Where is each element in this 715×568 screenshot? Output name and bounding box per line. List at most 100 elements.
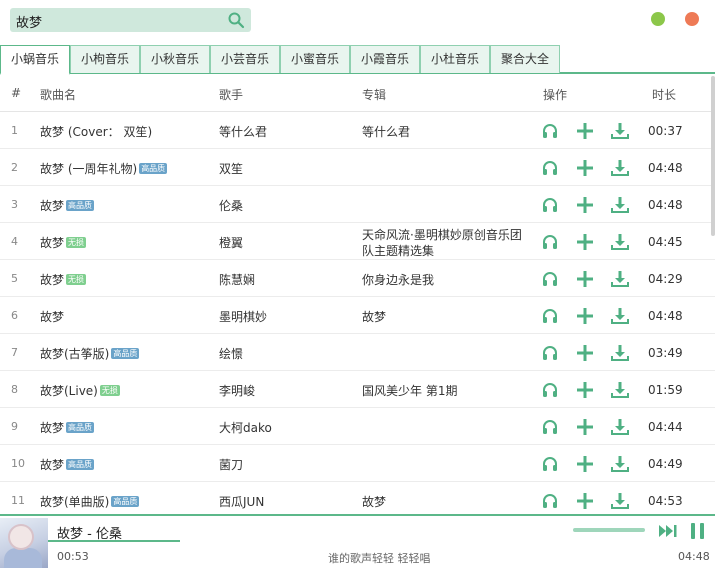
table-row[interactable]: 6 故梦 墨明棋妙 故梦 04:48 xyxy=(0,297,715,334)
song-title: 故梦 xyxy=(40,421,65,435)
download-icon[interactable] xyxy=(611,159,629,177)
progress-bar[interactable] xyxy=(48,540,180,542)
singer[interactable]: 双笙 xyxy=(219,160,243,177)
table-row[interactable]: 4 故梦 无损 橙翼 天命风流·墨明棋妙原创音乐团队主题精选集 04:45 xyxy=(0,223,715,260)
total-time: 04:48 xyxy=(678,550,710,563)
minimize-button[interactable] xyxy=(651,12,665,26)
singer[interactable]: 绘憬 xyxy=(219,345,243,362)
download-icon[interactable] xyxy=(611,270,629,288)
album[interactable]: 故梦 xyxy=(362,494,527,510)
tab-1[interactable]: 小蜗音乐 xyxy=(0,45,70,75)
album[interactable]: 你身边永是我 xyxy=(362,272,527,288)
download-icon[interactable] xyxy=(611,307,629,325)
plus-icon[interactable] xyxy=(576,159,594,177)
download-icon[interactable] xyxy=(611,381,629,399)
album[interactable]: 国风美少年 第1期 xyxy=(362,383,527,399)
singer[interactable]: 陈慧娴 xyxy=(219,271,255,288)
download-icon[interactable] xyxy=(611,455,629,473)
singer[interactable]: 大柯dako xyxy=(219,419,272,436)
plus-icon[interactable] xyxy=(576,196,594,214)
headphones-icon[interactable] xyxy=(541,196,559,214)
singer[interactable]: 等什么君 xyxy=(219,123,267,140)
singer[interactable]: 橙翼 xyxy=(219,234,243,251)
duration: 04:49 xyxy=(648,457,683,471)
singer[interactable]: 伦桑 xyxy=(219,197,243,214)
table-row[interactable]: 11 故梦(单曲版) 高品质 西瓜JUN 故梦 04:53 xyxy=(0,482,715,514)
pause-icon[interactable] xyxy=(689,521,707,541)
plus-icon[interactable] xyxy=(576,381,594,399)
song-title-cell: 故梦 xyxy=(40,308,64,325)
headphones-icon[interactable] xyxy=(541,122,559,140)
album[interactable]: 天命风流·墨明棋妙原创音乐团队主题精选集 xyxy=(362,227,527,259)
song-title-cell: 故梦 无损 xyxy=(40,271,87,288)
song-title-cell: 故梦 高品质 xyxy=(40,197,95,214)
headphones-icon[interactable] xyxy=(541,344,559,362)
headphones-icon[interactable] xyxy=(541,159,559,177)
table-header: # 歌曲名 歌手 专辑 操作 时长 xyxy=(0,76,715,112)
table-row[interactable]: 9 故梦 高品质 大柯dako 04:44 xyxy=(0,408,715,445)
plus-icon[interactable] xyxy=(576,418,594,436)
singer[interactable]: 菌刀 xyxy=(219,456,243,473)
song-list: 1 故梦 (Cover： 双笙) 等什么君 等什么君 00:37 2 故梦 (一周年礼物) 高… xyxy=(0,112,715,514)
table-row[interactable]: 5 故梦 无损 陈慧娴 你身边永是我 04:29 xyxy=(0,260,715,297)
download-icon[interactable] xyxy=(611,122,629,140)
tab-8[interactable]: 聚合大全 xyxy=(490,45,560,73)
row-index: 9 xyxy=(11,420,18,433)
download-icon[interactable] xyxy=(611,492,629,510)
row-index: 4 xyxy=(11,235,18,248)
headphones-icon[interactable] xyxy=(541,233,559,251)
tab-6[interactable]: 小霞音乐 xyxy=(350,45,420,73)
search-box[interactable]: 故梦 xyxy=(10,8,251,32)
plus-icon[interactable] xyxy=(576,122,594,140)
current-time: 00:53 xyxy=(57,550,89,563)
table-row[interactable]: 1 故梦 (Cover： 双笙) 等什么君 等什么君 00:37 xyxy=(0,112,715,149)
plus-icon[interactable] xyxy=(576,492,594,510)
download-icon[interactable] xyxy=(611,196,629,214)
next-track-icon[interactable] xyxy=(658,523,678,539)
tab-4[interactable]: 小芸音乐 xyxy=(210,45,280,73)
table-row[interactable]: 2 故梦 (一周年礼物) 高品质 双笙 04:48 xyxy=(0,149,715,186)
singer[interactable]: 墨明棋妙 xyxy=(219,308,267,325)
table-row[interactable]: 7 故梦(古筝版) 高品质 绘憬 03:49 xyxy=(0,334,715,371)
download-icon[interactable] xyxy=(611,233,629,251)
scrollbar[interactable] xyxy=(711,76,715,236)
headphones-icon[interactable] xyxy=(541,270,559,288)
table-row[interactable]: 3 故梦 高品质 伦桑 04:48 xyxy=(0,186,715,223)
source-tabs: 小蜗音乐 小枸音乐 小秋音乐 小芸音乐 小蜜音乐 小霞音乐 小杜音乐 聚合大全 xyxy=(0,45,715,75)
quality-badge: 高品质 xyxy=(111,348,140,359)
headphones-icon[interactable] xyxy=(541,455,559,473)
tab-7[interactable]: 小杜音乐 xyxy=(420,45,490,73)
singer[interactable]: 李明峻 xyxy=(219,382,255,399)
album-cover[interactable] xyxy=(0,518,48,568)
search-input[interactable]: 故梦 xyxy=(16,12,42,31)
volume-slider[interactable] xyxy=(573,528,645,532)
song-title-cell: 故梦 高品质 xyxy=(40,419,95,436)
headphones-icon[interactable] xyxy=(541,418,559,436)
singer[interactable]: 西瓜JUN xyxy=(219,493,264,510)
column-index: # xyxy=(11,86,22,100)
headphones-icon[interactable] xyxy=(541,307,559,325)
close-button[interactable] xyxy=(685,12,699,26)
tab-2[interactable]: 小枸音乐 xyxy=(70,45,140,73)
download-icon[interactable] xyxy=(611,418,629,436)
download-icon[interactable] xyxy=(611,344,629,362)
search-icon[interactable] xyxy=(227,11,245,29)
plus-icon[interactable] xyxy=(576,270,594,288)
tab-3[interactable]: 小秋音乐 xyxy=(140,45,210,73)
headphones-icon[interactable] xyxy=(541,492,559,510)
song-title: 故梦 xyxy=(40,310,65,324)
table-row[interactable]: 8 故梦(Live) 无损 李明峻 国风美少年 第1期 01:59 xyxy=(0,371,715,408)
plus-icon[interactable] xyxy=(576,307,594,325)
tab-5[interactable]: 小蜜音乐 xyxy=(280,45,350,73)
quality-badge: 无损 xyxy=(66,274,87,285)
plus-icon[interactable] xyxy=(576,344,594,362)
headphones-icon[interactable] xyxy=(541,381,559,399)
column-album: 专辑 xyxy=(362,88,387,102)
table-row[interactable]: 10 故梦 高品质 菌刀 04:49 xyxy=(0,445,715,482)
album[interactable]: 等什么君 xyxy=(362,124,527,140)
plus-icon[interactable] xyxy=(576,455,594,473)
song-title: 故梦(单曲版) xyxy=(40,495,110,509)
row-index: 6 xyxy=(11,309,18,322)
plus-icon[interactable] xyxy=(576,233,594,251)
album[interactable]: 故梦 xyxy=(362,309,527,325)
